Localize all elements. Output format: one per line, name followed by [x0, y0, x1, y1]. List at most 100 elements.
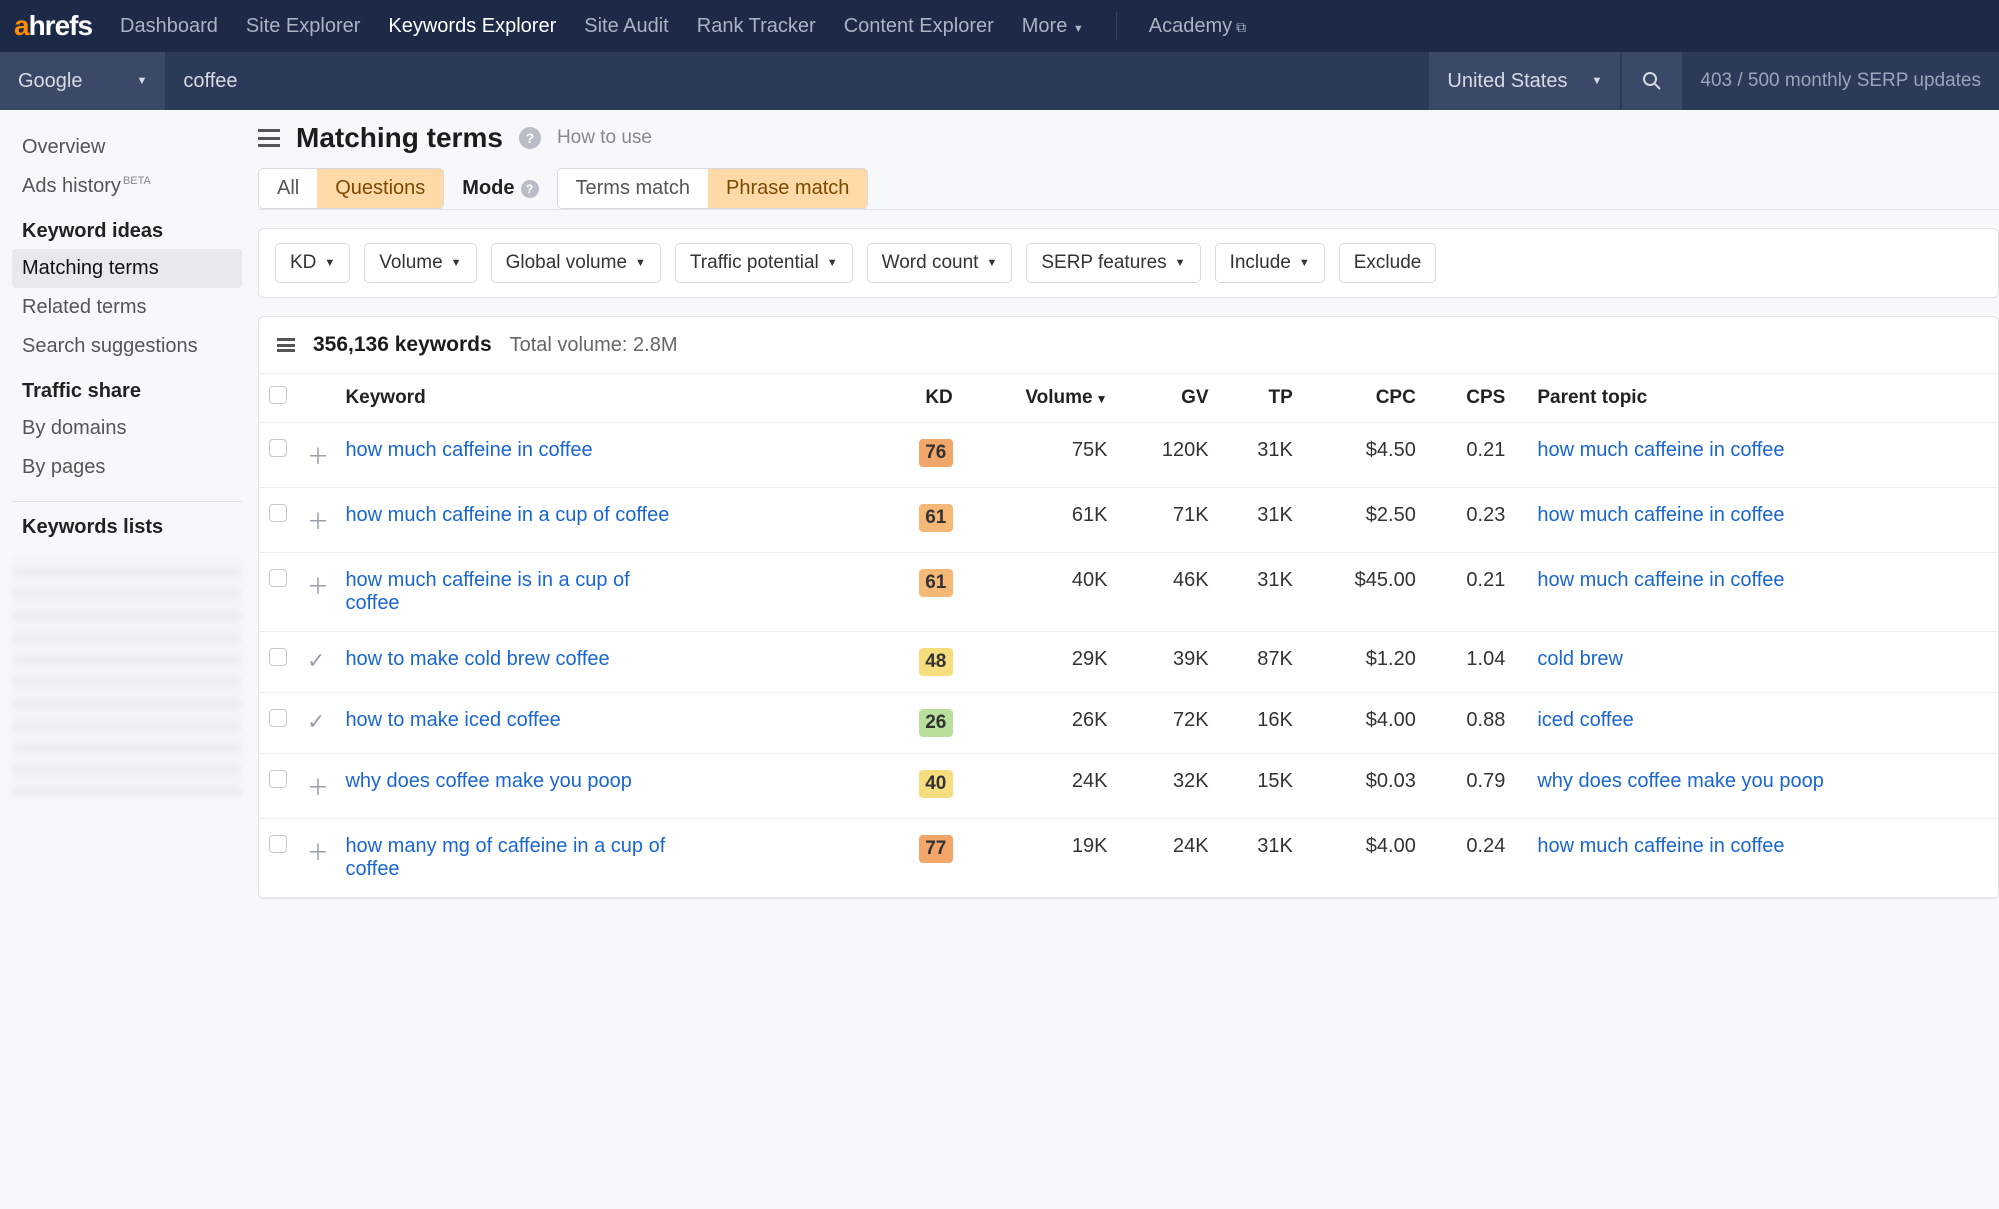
row-checkbox[interactable] — [269, 439, 287, 457]
sidebar-by-domains[interactable]: By domains — [12, 409, 242, 448]
keyword-link[interactable]: how many mg of caffeine in a cup of coff… — [345, 835, 685, 881]
col-parent-topic[interactable]: Parent topic — [1515, 374, 1998, 423]
keyword-link[interactable]: how much caffeine in a cup of coffee — [345, 504, 669, 527]
keyword-link[interactable]: how to make cold brew coffee — [345, 648, 609, 671]
seg-all[interactable]: All — [259, 169, 317, 208]
nav-keywords-explorer[interactable]: Keywords Explorer — [388, 15, 556, 38]
table-row: ＋how much caffeine in coffee7675K120K31K… — [259, 423, 1998, 488]
keyword-link[interactable]: how much caffeine is in a cup of coffee — [345, 569, 685, 615]
kd-badge: 61 — [919, 504, 953, 532]
nav-dashboard[interactable]: Dashboard — [120, 15, 218, 38]
nav-site-audit[interactable]: Site Audit — [584, 15, 669, 38]
cell-tp: 15K — [1219, 754, 1303, 819]
plus-icon[interactable]: ＋ — [307, 504, 325, 536]
seg-terms-match[interactable]: Terms match — [558, 169, 708, 208]
nav-academy[interactable]: Academy⧉ — [1149, 15, 1246, 38]
logo[interactable]: ahrefs — [14, 10, 92, 42]
nav-more[interactable]: More ▼ — [1022, 15, 1084, 38]
cell-cps: 0.88 — [1426, 693, 1516, 754]
cell-tp: 31K — [1219, 819, 1303, 898]
sidebar-ads-history[interactable]: Ads historyBETA — [12, 167, 242, 206]
sidebar-by-pages[interactable]: By pages — [12, 448, 242, 487]
filter-label: Global volume — [506, 252, 627, 274]
col-tp[interactable]: TP — [1219, 374, 1303, 423]
sidebar-search-suggestions[interactable]: Search suggestions — [12, 327, 242, 366]
col-kd[interactable]: KD — [881, 374, 963, 423]
sidebar-ads-history-label: Ads history — [22, 175, 121, 197]
search-button[interactable] — [1622, 52, 1682, 110]
how-to-use-link[interactable]: How to use — [557, 127, 652, 149]
nav-academy-label: Academy — [1149, 15, 1232, 37]
select-all-checkbox[interactable] — [269, 386, 287, 404]
cell-volume: 24K — [963, 754, 1118, 819]
cell-volume: 61K — [963, 488, 1118, 553]
parent-topic-link[interactable]: cold brew — [1537, 648, 1623, 671]
table-row: ＋why does coffee make you poop4024K32K15… — [259, 754, 1998, 819]
keyword-link[interactable]: how much caffeine in coffee — [345, 439, 592, 462]
parent-topic-link[interactable]: iced coffee — [1537, 709, 1633, 732]
plus-icon[interactable]: ＋ — [307, 569, 325, 601]
keyword-link[interactable]: why does coffee make you poop — [345, 770, 631, 793]
filter-exclude[interactable]: Exclude — [1339, 243, 1437, 283]
row-checkbox[interactable] — [269, 569, 287, 587]
row-checkbox[interactable] — [269, 835, 287, 853]
parent-topic-link[interactable]: why does coffee make you poop — [1537, 770, 1823, 793]
filter-include[interactable]: Include▼ — [1215, 243, 1325, 283]
nav-site-explorer[interactable]: Site Explorer — [246, 15, 361, 38]
chevron-down-icon: ▼ — [137, 75, 148, 87]
parent-topic-link[interactable]: how much caffeine in coffee — [1537, 835, 1784, 858]
seg-questions[interactable]: Questions — [317, 169, 443, 208]
keyword-link[interactable]: how to make iced coffee — [345, 709, 560, 732]
filter-serp-features[interactable]: SERP features▼ — [1026, 243, 1200, 283]
parent-topic-link[interactable]: how much caffeine in coffee — [1537, 439, 1784, 462]
keyword-search-input[interactable] — [165, 52, 1429, 110]
col-keyword[interactable]: Keyword — [335, 374, 881, 423]
row-checkbox[interactable] — [269, 648, 287, 666]
row-checkbox[interactable] — [269, 709, 287, 727]
col-gv[interactable]: GV — [1118, 374, 1219, 423]
table-header-row: Keyword KD Volume▼ GV TP CPC CPS Parent … — [259, 374, 1998, 423]
menu-icon[interactable] — [258, 129, 280, 147]
nav-rank-tracker[interactable]: Rank Tracker — [697, 15, 816, 38]
keyword-count: 356,136 keywords — [313, 333, 492, 357]
filter-global-volume[interactable]: Global volume▼ — [491, 243, 661, 283]
chevron-down-icon: ▼ — [324, 257, 335, 269]
filter-volume[interactable]: Volume▼ — [364, 243, 476, 283]
filter-label: Volume — [379, 252, 442, 274]
col-volume[interactable]: Volume▼ — [963, 374, 1118, 423]
plus-icon[interactable]: ＋ — [307, 439, 325, 471]
table-row: ＋ how much caffeine in a cup of coffee 61 6… — [259, 488, 1998, 553]
check-icon: ✓ — [307, 709, 325, 734]
seg-phrase-match[interactable]: Phrase match — [708, 169, 867, 208]
cell-tp: 87K — [1219, 632, 1303, 693]
row-checkbox[interactable] — [269, 504, 287, 522]
sidebar-overview[interactable]: Overview — [12, 128, 242, 167]
plus-icon[interactable]: ＋ — [307, 835, 325, 867]
keywords-table: Keyword KD Volume▼ GV TP CPC CPS Parent … — [259, 374, 1998, 898]
col-cps[interactable]: CPS — [1426, 374, 1516, 423]
filter-word-count[interactable]: Word count▼ — [867, 243, 1013, 283]
col-cpc[interactable]: CPC — [1303, 374, 1426, 423]
sidebar-related-terms[interactable]: Related terms — [12, 288, 242, 327]
parent-topic-link[interactable]: how much caffeine in coffee — [1537, 504, 1784, 527]
row-checkbox[interactable] — [269, 770, 287, 788]
results-header: 356,136 keywords Total volume: 2.8M — [259, 317, 1998, 374]
help-icon[interactable]: ? — [519, 127, 541, 149]
parent-topic-link[interactable]: how much caffeine in coffee — [1537, 569, 1784, 592]
search-engine-select[interactable]: Google ▼ — [0, 52, 165, 110]
filter-kd[interactable]: KD▼ — [275, 243, 350, 283]
cell-cpc: $45.00 — [1303, 553, 1426, 632]
kd-badge: 40 — [919, 770, 953, 798]
plus-icon[interactable]: ＋ — [307, 770, 325, 802]
list-options-icon[interactable] — [277, 338, 295, 352]
sidebar-matching-terms[interactable]: Matching terms — [12, 249, 242, 288]
help-icon[interactable]: ? — [521, 180, 539, 198]
cell-gv: 24K — [1118, 819, 1219, 898]
filter-traffic-potential[interactable]: Traffic potential▼ — [675, 243, 853, 283]
nav-content-explorer[interactable]: Content Explorer — [844, 15, 994, 38]
nav-more-label: More — [1022, 15, 1068, 37]
cell-cpc: $2.50 — [1303, 488, 1426, 553]
country-select[interactable]: United States ▼ — [1429, 52, 1620, 110]
chevron-down-icon: ▼ — [1591, 75, 1602, 87]
table-row: ＋ how much caffeine is in a cup of coffee… — [259, 553, 1998, 632]
